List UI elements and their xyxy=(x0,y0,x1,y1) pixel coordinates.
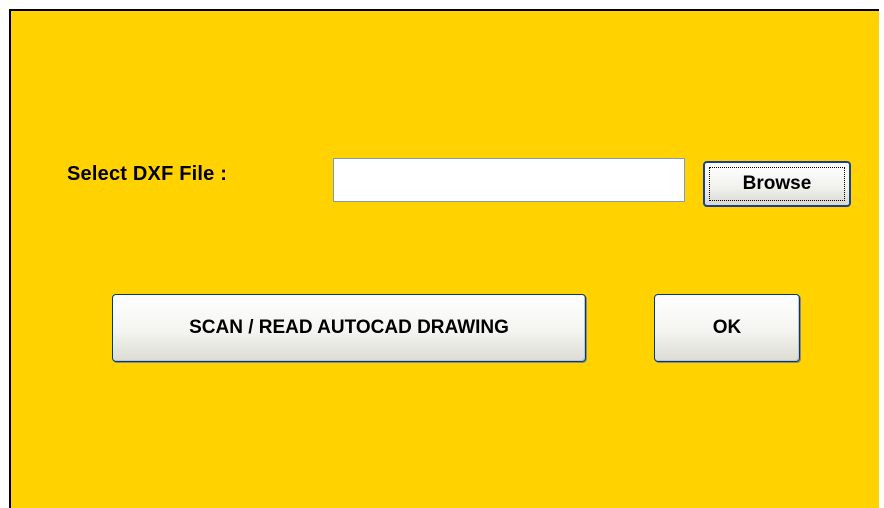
select-dxf-file-label: Select DXF File : xyxy=(67,163,228,185)
dxf-file-path-input[interactable] xyxy=(333,158,685,202)
browse-button[interactable]: Browse xyxy=(703,161,851,207)
scan-read-autocad-drawing-button[interactable]: SCAN / READ AUTOCAD DRAWING xyxy=(112,294,586,362)
browse-button-label: Browse xyxy=(709,167,845,201)
ok-button[interactable]: OK xyxy=(654,294,800,362)
dxf-dialog-panel: Select DXF File : Browse SCAN / READ AUT… xyxy=(9,9,879,508)
